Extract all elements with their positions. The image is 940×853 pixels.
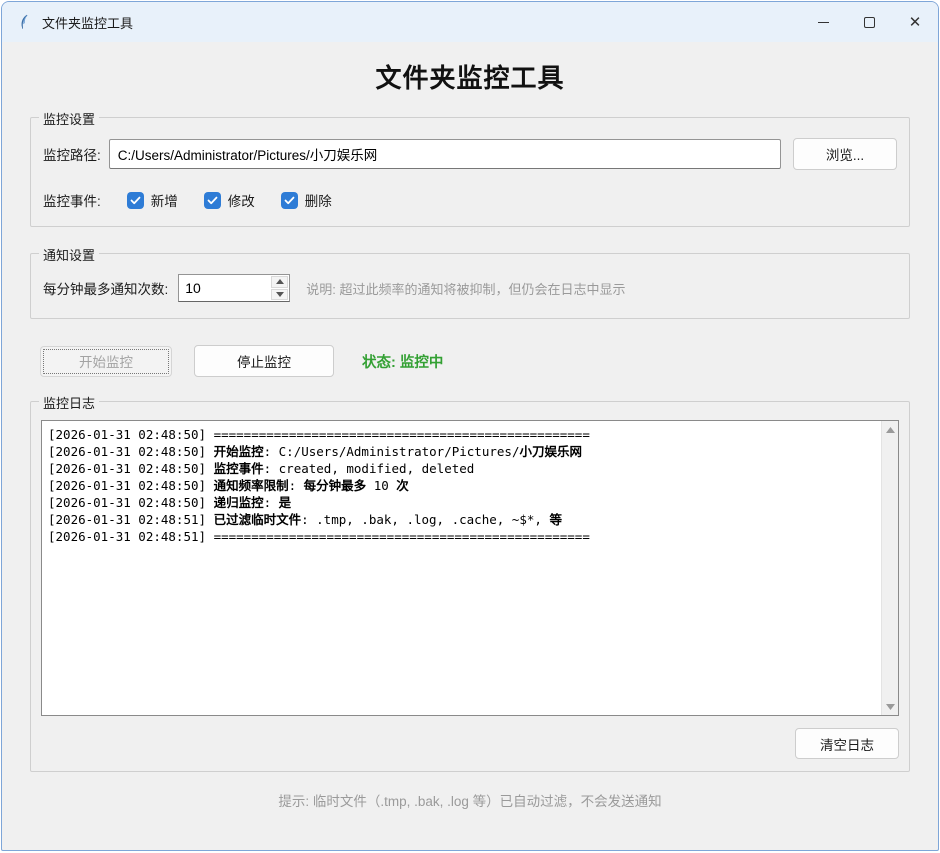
- path-row: 监控路径: 浏览...: [43, 138, 897, 170]
- scroll-up-button[interactable]: [882, 421, 899, 438]
- log-scrollbar[interactable]: [881, 421, 898, 715]
- footer-hint: 提示: 临时文件（.tmp, .bak, .log 等）已自动过滤，不会发送通知: [30, 790, 910, 810]
- rate-label: 每分钟最多通知次数:: [43, 278, 168, 298]
- scroll-up-icon: [886, 427, 895, 433]
- log-text[interactable]: [2026-01-31 02:48:50] ==================…: [42, 421, 881, 715]
- log-line: [2026-01-31 02:48:50] 开始监控: C:/Users/Adm…: [48, 443, 875, 460]
- scroll-down-icon: [886, 704, 895, 710]
- event-checkbox-created[interactable]: 新增: [127, 190, 178, 210]
- event-label: 新增: [151, 190, 178, 210]
- window-title: 文件夹监控工具: [42, 13, 133, 32]
- log-line: [2026-01-31 02:48:51] 已过滤临时文件: .tmp, .ba…: [48, 511, 875, 528]
- maximize-icon: [864, 17, 875, 28]
- notify-settings-label: 通知设置: [39, 245, 99, 264]
- event-checkbox-deleted[interactable]: 删除: [281, 190, 332, 210]
- event-checkbox-modified[interactable]: 修改: [204, 190, 255, 210]
- close-icon: ✕: [909, 15, 922, 30]
- clear-log-button[interactable]: 清空日志: [795, 728, 899, 759]
- clear-row: 清空日志: [41, 728, 899, 759]
- scroll-down-button[interactable]: [882, 698, 899, 715]
- action-row: 开始监控 停止监控 状态: 监控中: [30, 345, 910, 377]
- close-button[interactable]: ✕: [892, 2, 938, 42]
- notify-settings-group: 通知设置 每分钟最多通知次数: 说明: 超过此频率的通知将被抑制，但仍会在日志中…: [30, 253, 910, 319]
- checkbox-checked-icon: [281, 192, 298, 209]
- checkbox-checked-icon: [204, 192, 221, 209]
- app-window: 文件夹监控工具 ✕ 文件夹监控工具 监控设置 监控路径: 浏览... 监控事件:: [1, 1, 939, 851]
- spin-arrows: [271, 276, 288, 300]
- minimize-icon: [818, 22, 829, 23]
- rate-input[interactable]: [179, 275, 270, 301]
- log-group-label: 监控日志: [39, 393, 99, 412]
- monitor-settings-label: 监控设置: [39, 109, 99, 128]
- spin-down-button[interactable]: [271, 289, 288, 301]
- minimize-button[interactable]: [800, 2, 846, 42]
- start-monitor-button[interactable]: 开始监控: [40, 346, 172, 377]
- events-row: 监控事件: 新增 修改 删除: [43, 190, 897, 210]
- path-input[interactable]: [109, 139, 781, 169]
- stop-monitor-button[interactable]: 停止监控: [194, 345, 334, 377]
- log-line: [2026-01-31 02:48:50] 递归监控: 是: [48, 494, 875, 511]
- log-line: [2026-01-31 02:48:50] 监控事件: created, mod…: [48, 460, 875, 477]
- log-line: [2026-01-31 02:48:51] ==================…: [48, 528, 875, 545]
- log-line: [2026-01-31 02:48:50] ==================…: [48, 426, 875, 443]
- chevron-up-icon: [276, 279, 284, 284]
- main-content: 文件夹监控工具 监控设置 监控路径: 浏览... 监控事件: 新增: [2, 42, 938, 850]
- monitor-settings-group: 监控设置 监控路径: 浏览... 监控事件: 新增: [30, 117, 910, 227]
- maximize-button[interactable]: [846, 2, 892, 42]
- checkbox-checked-icon: [127, 192, 144, 209]
- chevron-down-icon: [276, 292, 284, 297]
- browse-button[interactable]: 浏览...: [793, 138, 897, 170]
- path-label: 监控路径:: [43, 144, 101, 164]
- log-area: [2026-01-31 02:48:50] ==================…: [41, 420, 899, 716]
- titlebar: 文件夹监控工具 ✕: [2, 2, 938, 42]
- app-feather-icon: [16, 14, 32, 30]
- rate-spinbox: [178, 274, 290, 302]
- event-label: 删除: [305, 190, 332, 210]
- log-group: 监控日志 [2026-01-31 02:48:50] =============…: [30, 401, 910, 772]
- status-badge: 状态: 监控中: [362, 351, 443, 372]
- event-label: 修改: [228, 190, 255, 210]
- rate-hint: 说明: 超过此频率的通知将被抑制，但仍会在日志中显示: [306, 279, 625, 298]
- page-title: 文件夹监控工具: [30, 58, 910, 95]
- events-label: 监控事件:: [43, 190, 101, 210]
- rate-row: 每分钟最多通知次数: 说明: 超过此频率的通知将被抑制，但仍会在日志中显示: [43, 274, 897, 302]
- log-line: [2026-01-31 02:48:50] 通知频率限制: 每分钟最多 10 次: [48, 477, 875, 494]
- spin-up-button[interactable]: [271, 276, 288, 288]
